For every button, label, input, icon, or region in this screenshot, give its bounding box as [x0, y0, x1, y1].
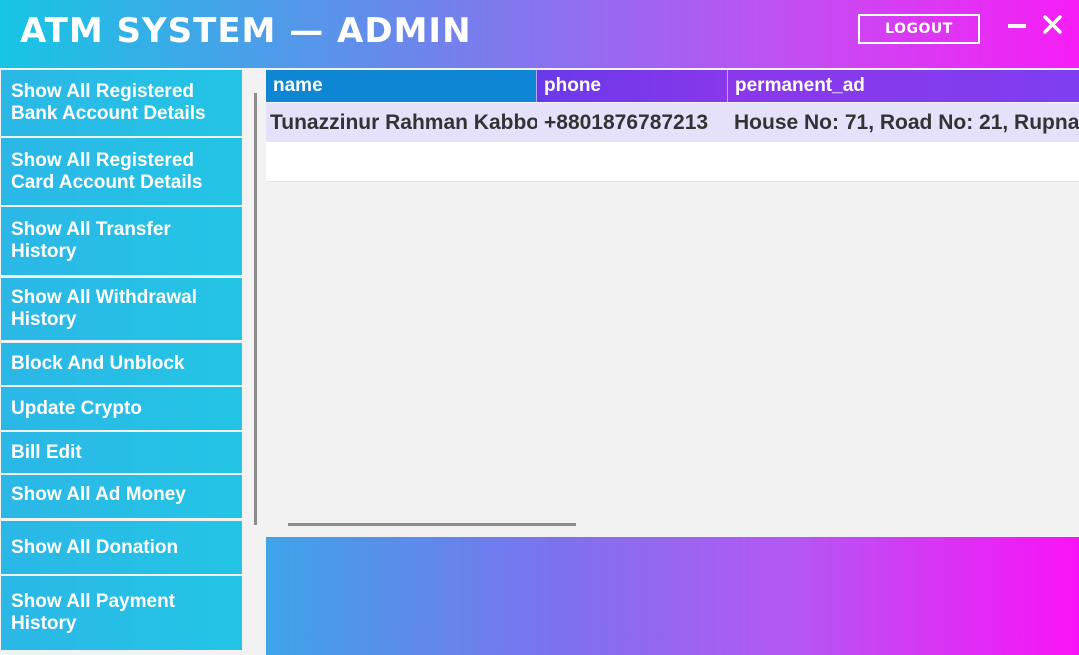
column-header-permanent-address[interactable]: permanent_ad	[728, 70, 1079, 102]
sidebar-item-update-crypto[interactable]: Update Crypto	[1, 387, 242, 430]
sidebar-item-donation[interactable]: Show All Donation	[1, 521, 242, 574]
data-grid: name phone permanent_ad Tunazzinur Rahma…	[266, 70, 1079, 518]
sidebar-item-withdrawal-history[interactable]: Show All Withdrawal History	[1, 278, 242, 340]
table-cell-phone[interactable]: +8801876787213	[540, 103, 728, 142]
admin-window: ATM SYSTEM — ADMIN LOGOUT Show All Regis…	[0, 0, 1079, 655]
close-button[interactable]	[1040, 12, 1066, 38]
sidebar-item-payment-history[interactable]: Show All Payment History	[1, 576, 242, 650]
title-bar: ATM SYSTEM — ADMIN LOGOUT	[0, 0, 1079, 68]
table-new-row[interactable]	[266, 142, 1079, 182]
minimize-icon	[1008, 24, 1026, 28]
minimize-button[interactable]	[1005, 12, 1029, 36]
sidebar-item-card-account-details[interactable]: Show All Registered Card Account Details	[1, 138, 242, 205]
sidebar-item-ad-money[interactable]: Show All Ad Money	[1, 475, 242, 518]
close-icon	[1043, 15, 1062, 34]
logout-button[interactable]: LOGOUT	[858, 14, 980, 44]
table-cell-permanent-address[interactable]: House No: 71, Road No: 21, Rupnag	[730, 103, 1079, 142]
column-header-phone[interactable]: phone	[537, 70, 728, 102]
sidebar-item-transfer-history[interactable]: Show All Transfer History	[1, 207, 242, 275]
sidebar: Show All Registered Bank Account Details…	[0, 69, 244, 655]
sidebar-scrollbar[interactable]	[254, 93, 257, 525]
app-title: ATM SYSTEM — ADMIN	[20, 11, 472, 51]
grid-horizontal-scrollbar[interactable]	[288, 523, 576, 526]
sidebar-item-bank-account-details[interactable]: Show All Registered Bank Account Details	[1, 70, 242, 136]
bottom-gradient-panel	[266, 537, 1079, 655]
sidebar-item-block-unblock[interactable]: Block And Unblock	[1, 343, 242, 385]
column-header-name[interactable]: name	[266, 70, 537, 102]
sidebar-item-bill-edit[interactable]: Bill Edit	[1, 432, 242, 473]
table-cell-name[interactable]: Tunazzinur Rahman Kabbo	[266, 103, 537, 142]
